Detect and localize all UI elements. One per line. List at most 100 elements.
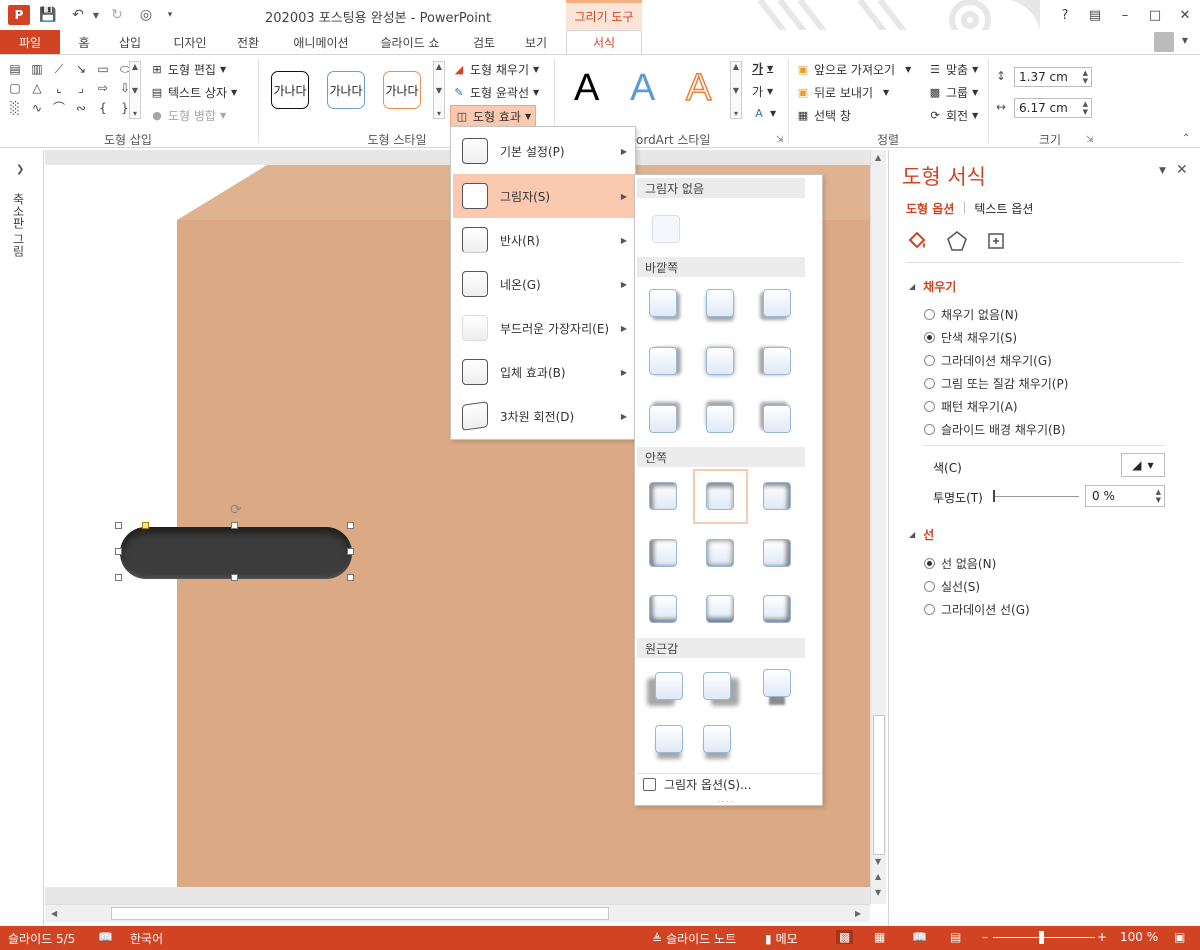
inner-shadow-option[interactable]: [763, 539, 791, 567]
normal-view-icon[interactable]: ▩: [836, 930, 854, 944]
inner-shadow-option[interactable]: [706, 539, 734, 567]
menu-item-bevel[interactable]: 입체 효과(B) ▶: [453, 350, 635, 394]
comments-button[interactable]: ▮ 메모: [765, 930, 798, 947]
menu-item-shadow[interactable]: 그림자(S) ▶: [453, 174, 635, 218]
language-indicator[interactable]: 한국어: [130, 930, 163, 947]
radio-button[interactable]: [924, 355, 935, 366]
vertical-scroll-thumb[interactable]: [873, 715, 885, 855]
shape-gallery-scroll[interactable]: ▲ ▼ ▾: [129, 61, 141, 119]
horizontal-scroll-thumb[interactable]: [111, 907, 609, 920]
shape-width-input[interactable]: 6.17 cm ▲ ▼: [1014, 98, 1092, 118]
menu-item-soft-edges[interactable]: 부드러운 가장자리(E) ▶: [453, 306, 635, 350]
tab-format[interactable]: 서식: [566, 30, 642, 54]
resize-handle[interactable]: [115, 522, 122, 529]
wordart-style-black[interactable]: A: [574, 67, 599, 110]
horizontal-scrollbar[interactable]: ◀ ▶: [45, 904, 870, 922]
zoom-slider-thumb[interactable]: [1039, 931, 1044, 944]
shape-outline-button[interactable]: ✎ 도형 윤곽선 ▼: [452, 84, 539, 101]
slideshow-icon[interactable]: ▤: [950, 930, 961, 944]
perspective-shadow-option[interactable]: [655, 725, 683, 753]
radio-button[interactable]: [924, 378, 935, 389]
inner-shadow-option[interactable]: [763, 482, 791, 510]
radio-button[interactable]: [924, 332, 935, 343]
pane-options-dropdown-icon[interactable]: ▼: [1159, 166, 1166, 176]
shape-style-swatch-3[interactable]: 가나다: [383, 71, 421, 109]
inner-shadow-option[interactable]: [649, 482, 677, 510]
slide-sorter-icon[interactable]: ▦: [874, 930, 885, 944]
resize-handle[interactable]: [115, 574, 122, 581]
avatar[interactable]: [1154, 32, 1174, 52]
shape-fill-button[interactable]: ◢ 도형 채우기 ▼: [452, 61, 539, 78]
size-properties-icon[interactable]: [985, 230, 1007, 252]
inner-shadow-option[interactable]: [649, 539, 677, 567]
inner-shadow-option[interactable]: [649, 595, 677, 623]
outer-shadow-option[interactable]: [649, 347, 677, 375]
selected-rounded-shape[interactable]: [120, 527, 352, 579]
merge-shapes-button[interactable]: ● 도형 병합 ▼: [150, 107, 226, 124]
zoom-level[interactable]: 100 %: [1120, 930, 1158, 944]
perspective-shadow-option[interactable]: [703, 725, 731, 753]
line-section-header[interactable]: ◢ 선: [909, 526, 934, 543]
zoom-in-icon[interactable]: +: [1097, 930, 1107, 944]
outer-shadow-option[interactable]: [649, 405, 677, 433]
resize-handle[interactable]: [231, 522, 238, 529]
pane-close-icon[interactable]: ✕: [1176, 162, 1188, 178]
tab-home[interactable]: 홈: [70, 30, 98, 54]
outer-shadow-option[interactable]: [649, 289, 677, 317]
tab-animations[interactable]: 애니메이션: [284, 30, 358, 54]
rectangle-shape-icon[interactable]: ▭: [94, 61, 112, 77]
shape-gallery[interactable]: ▤ ▥ ⟋ ↘ ▭ ⬭ ▢ △ ⌞ ⌟ ⇨ ⇩ ░ ∿ ⌒ ∾ { }: [6, 61, 130, 117]
transparency-slider[interactable]: [993, 496, 1079, 497]
outer-shadow-option[interactable]: [763, 405, 791, 433]
radio-button[interactable]: [924, 604, 935, 615]
radio-option[interactable]: 단색 채우기(S): [924, 329, 1017, 346]
redo-icon[interactable]: ↻: [107, 5, 127, 25]
radio-button[interactable]: [924, 581, 935, 592]
radio-option[interactable]: 실선(S): [924, 578, 980, 595]
ribbon-display-options-icon[interactable]: ▤: [1080, 0, 1110, 30]
resize-handle[interactable]: [347, 548, 354, 555]
thumbnail-pane-label[interactable]: 축소판 그림: [10, 193, 27, 257]
wordart-style-blue[interactable]: A: [630, 67, 655, 110]
right-arrow-shape-icon[interactable]: ⇨: [94, 80, 112, 96]
scroll-right-icon[interactable]: ▶: [855, 909, 861, 918]
previous-slide-icon[interactable]: ▲: [875, 872, 881, 881]
fill-section-header[interactable]: ◢ 채우기: [909, 278, 956, 295]
radio-button[interactable]: [924, 558, 935, 569]
wordart-style-orange-outline[interactable]: A: [685, 66, 712, 110]
perspective-shadow-option[interactable]: [703, 672, 731, 700]
outer-shadow-option[interactable]: [763, 347, 791, 375]
radio-option[interactable]: 그라데이션 채우기(G): [924, 352, 1052, 369]
radio-option[interactable]: 패턴 채우기(A): [924, 398, 1018, 415]
bring-forward-button[interactable]: ▣ 앞으로 가져오기 ▼: [796, 61, 911, 78]
vertical-scrollbar[interactable]: ▲ ▼ ▲ ▼: [870, 150, 886, 904]
collapse-ribbon-icon[interactable]: ⌃: [1182, 133, 1190, 144]
outer-shadow-option[interactable]: [706, 405, 734, 433]
expand-thumbnails-icon[interactable]: ❯: [16, 164, 24, 175]
radio-button[interactable]: [924, 309, 935, 320]
radio-option[interactable]: 선 없음(N): [924, 555, 996, 572]
rotate-handle-icon[interactable]: ⟳: [230, 502, 242, 518]
inner-shadow-option[interactable]: [706, 595, 734, 623]
resize-handle[interactable]: [347, 574, 354, 581]
radio-option[interactable]: 채우기 없음(N): [924, 306, 1018, 323]
rounded-rectangle-shape-icon[interactable]: ▢: [6, 80, 24, 96]
perspective-shadow-option[interactable]: [655, 672, 683, 700]
edit-shape-button[interactable]: ⊞ 도형 편집 ▼: [150, 61, 226, 78]
text-box-button[interactable]: ▤ 텍스트 상자 ▼: [150, 84, 237, 101]
text-fill-button[interactable]: 가 ▼: [752, 60, 773, 77]
scribble-shape-icon[interactable]: ∿: [28, 100, 46, 116]
transparency-input[interactable]: 0 % ▲ ▼: [1085, 485, 1165, 507]
group-button[interactable]: ▩ 그룹 ▼: [928, 84, 978, 101]
menu-item-3d-rotation[interactable]: 3차원 회전(D) ▶: [453, 394, 635, 438]
maximize-button[interactable]: □: [1140, 0, 1170, 30]
shape-style-swatch-1[interactable]: 가나다: [271, 71, 309, 109]
help-button[interactable]: ?: [1050, 0, 1080, 30]
arrow-line-shape-icon[interactable]: ↘: [72, 61, 90, 77]
radio-option[interactable]: 그림 또는 질감 채우기(P): [924, 375, 1068, 392]
perspective-shadow-option[interactable]: [763, 669, 791, 697]
resize-handle[interactable]: [231, 574, 238, 581]
inner-shadow-option[interactable]: [763, 595, 791, 623]
touch-mode-icon[interactable]: ◎: [136, 5, 156, 25]
tab-view[interactable]: 보기: [516, 30, 556, 54]
